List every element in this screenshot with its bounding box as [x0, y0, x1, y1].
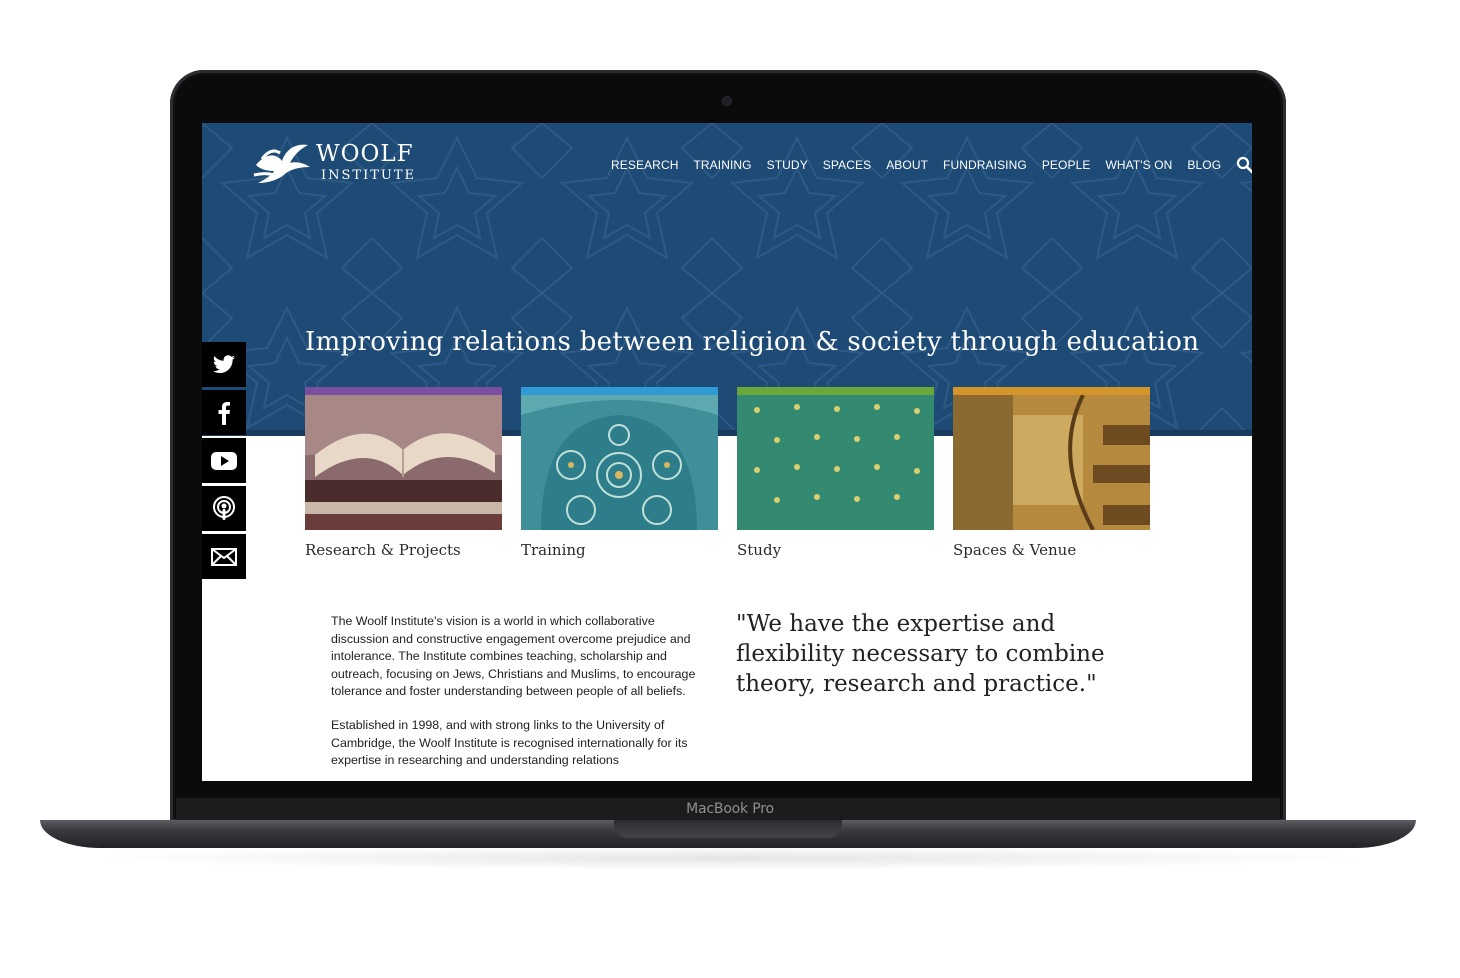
mosaic-image: [521, 395, 718, 530]
facebook-button[interactable]: [202, 390, 246, 435]
mail-icon: [211, 547, 237, 566]
twitter-icon: [212, 354, 235, 373]
model-label: MacBook Pro: [686, 801, 774, 817]
nav-blog[interactable]: BLOG: [1187, 158, 1221, 172]
hero-tagline: Improving relations between religion & s…: [305, 327, 1200, 357]
tile-accent-bar: [953, 387, 1150, 395]
nav-spaces[interactable]: SPACES: [823, 158, 871, 172]
twitter-button[interactable]: [202, 342, 246, 387]
laptop-shadow: [80, 846, 1380, 870]
logo-woolf: WOOLF: [316, 141, 414, 167]
tile-accent-bar: [521, 387, 718, 395]
search-icon[interactable]: [1236, 156, 1252, 174]
tile-accent-bar: [305, 387, 502, 395]
podcast-icon: [213, 495, 235, 520]
browser-screen: WOOLF INSTITUTE RESEARCH TRAINING STUDY …: [202, 123, 1252, 781]
nav-people[interactable]: PEOPLE: [1042, 158, 1091, 172]
nav-study[interactable]: STUDY: [767, 158, 808, 172]
stars-ceiling-image: [737, 395, 934, 530]
nav-about[interactable]: ABOUT: [886, 158, 928, 172]
tile-label: Study: [737, 541, 782, 559]
tile-label: Research & Projects: [305, 541, 461, 559]
dove-logo-icon: [253, 144, 310, 183]
tile-label: Spaces & Venue: [953, 541, 1077, 559]
main-nav: RESEARCH TRAINING STUDY SPACES ABOUT FUN…: [611, 156, 1252, 174]
nav-fundraising[interactable]: FUNDRAISING: [943, 158, 1027, 172]
pull-quote: "We have the expertise and flexibility n…: [736, 611, 1105, 697]
nav-research[interactable]: RESEARCH: [611, 158, 678, 172]
webcam: [723, 97, 731, 105]
intro-paragraph-2: Established in 1998, and with strong lin…: [331, 717, 688, 768]
intro-text: The Woolf Institute's vision is a world …: [331, 613, 701, 781]
facebook-icon: [218, 401, 230, 425]
youtube-icon: [211, 451, 237, 470]
nav-training[interactable]: TRAINING: [693, 158, 751, 172]
books-image: [305, 395, 502, 530]
youtube-button[interactable]: [202, 438, 246, 483]
tile-accent-bar: [737, 387, 934, 395]
podcast-button[interactable]: [202, 486, 246, 531]
email-button[interactable]: [202, 534, 246, 579]
laptop-notch: [614, 820, 842, 838]
staircase-image: [953, 395, 1150, 530]
nav-whats-on[interactable]: WHAT'S ON: [1105, 158, 1172, 172]
logo-institute: INSTITUTE: [321, 168, 417, 183]
tile-label: Training: [521, 541, 586, 559]
site-logo[interactable]: WOOLF INSTITUTE: [252, 139, 422, 187]
intro-paragraph-1: The Woolf Institute's vision is a world …: [331, 614, 696, 699]
social-sidebar: [202, 342, 246, 582]
